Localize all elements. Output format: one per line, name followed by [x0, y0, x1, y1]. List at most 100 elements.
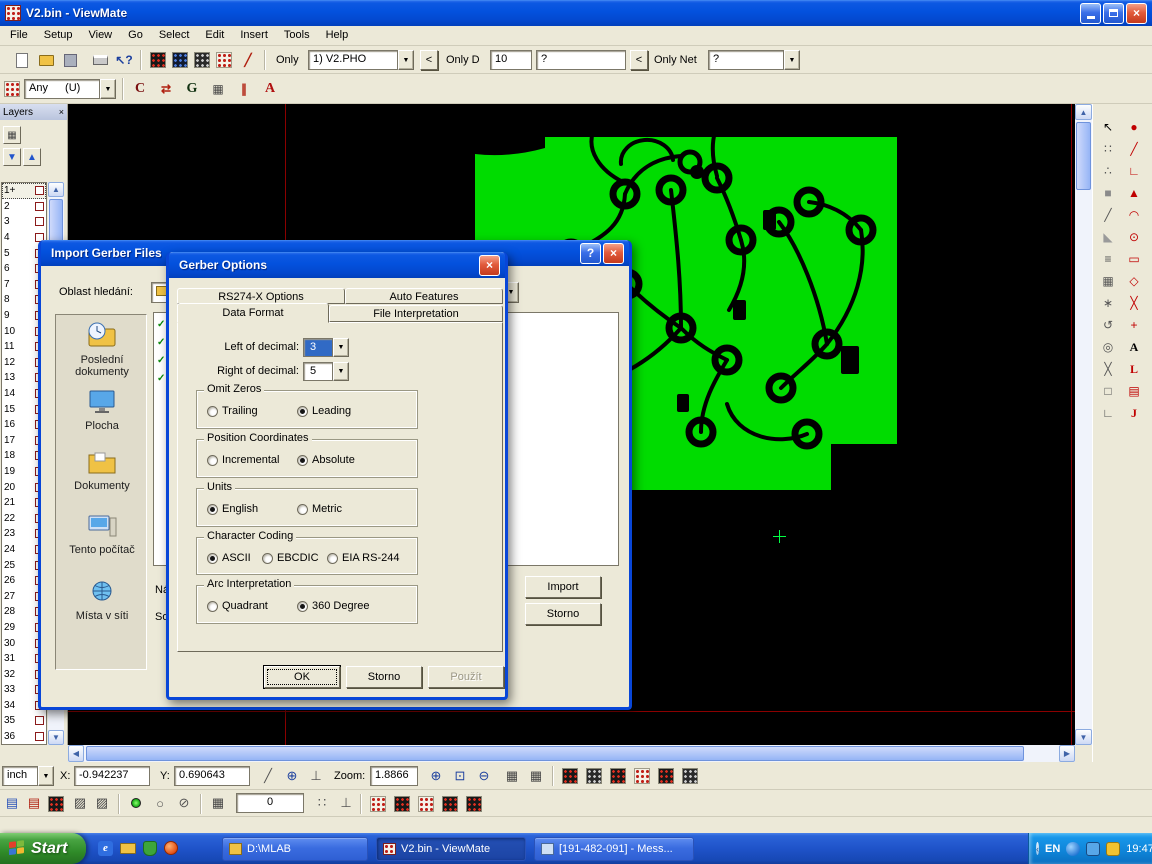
arc-icon[interactable]: ◠	[1124, 205, 1144, 225]
place-desktop[interactable]: Plocha	[57, 389, 147, 432]
diamond-icon[interactable]: ◇	[1124, 271, 1144, 291]
layers-scroll-down-icon[interactable]: ▼	[48, 730, 64, 745]
aperture-combo-arrow-icon[interactable]: ▼	[100, 79, 116, 99]
pad-pattern-icon[interactable]	[632, 766, 652, 786]
hatch2-icon[interactable]: ▨	[92, 793, 112, 813]
zoom-out-icon[interactable]: ⊖	[474, 766, 494, 786]
triangle-icon[interactable]: ◣	[1098, 227, 1118, 247]
layer-color-swatch[interactable]	[35, 186, 44, 195]
layer-color-swatch[interactable]	[35, 732, 44, 741]
layer-combo-arrow-icon[interactable]: ▼	[398, 50, 414, 70]
measure-icon[interactable]: ╳	[1098, 359, 1118, 379]
grid2-icon[interactable]: ▦	[526, 766, 546, 786]
dot-grid-icon[interactable]: ∷	[312, 793, 332, 813]
menu-item-tools[interactable]: Tools	[276, 26, 318, 44]
hide-icons-chevron[interactable]: ‹	[1036, 842, 1039, 855]
pad-pattern-icon[interactable]	[560, 766, 580, 786]
radio-incremental[interactable]: Incremental	[207, 454, 279, 466]
clock[interactable]: 19:47	[1126, 843, 1152, 855]
menu-item-view[interactable]: View	[80, 26, 120, 44]
snap-grid-icon[interactable]: ▦	[208, 793, 228, 813]
menu-item-help[interactable]: Help	[318, 26, 357, 44]
menu-item-edit[interactable]: Edit	[197, 26, 232, 44]
rotate-icon[interactable]: ↺	[1098, 315, 1118, 335]
canvas-hscrollbar[interactable]: ◀ ▶	[68, 745, 1075, 762]
dcode-query-field[interactable]: ?	[536, 50, 626, 70]
radio-ascii[interactable]: ASCII	[207, 552, 251, 564]
hook-icon[interactable]: ∟	[1098, 403, 1118, 423]
move-up-button[interactable]: ▲	[23, 148, 41, 166]
context-help-icon[interactable]: ↖?	[114, 50, 134, 70]
pad-pattern-red-icon[interactable]	[148, 50, 168, 70]
gerber-dialog-close-button[interactable]: ×	[479, 255, 500, 276]
right-of-decimal-combo[interactable]: 5	[303, 362, 333, 381]
radio-english[interactable]: English	[207, 503, 258, 515]
tab-rs274x-options[interactable]: RS274-X Options	[177, 288, 345, 304]
draw-line-icon[interactable]: ╱	[238, 50, 258, 70]
unit-combo[interactable]: inch	[2, 766, 38, 786]
ie-icon[interactable]: e	[98, 841, 113, 856]
pad-pattern-blue-icon[interactable]	[170, 50, 190, 70]
layer-row-2[interactable]: 2	[2, 199, 46, 215]
swap-arrows-icon[interactable]: ⇄	[154, 78, 178, 100]
task-button-mlab[interactable]: D:\MLAB	[222, 837, 368, 861]
cross-icon[interactable]: +	[1124, 315, 1144, 335]
pad-pattern-light-icon[interactable]	[214, 50, 234, 70]
radio-eia-rs244[interactable]: EIA RS-244	[327, 552, 399, 564]
language-indicator[interactable]: EN	[1045, 843, 1060, 855]
pad-pattern-icon[interactable]	[416, 794, 436, 814]
vscroll-down-icon[interactable]: ▼	[1075, 729, 1092, 745]
task-button-message[interactable]: [191-482-091] - Mess...	[534, 837, 694, 861]
net-combo-arrow-icon[interactable]: ▼	[784, 50, 800, 70]
pad-pattern-icon[interactable]	[680, 766, 700, 786]
signal-light-icon[interactable]	[126, 793, 146, 813]
pad-pattern-icon[interactable]	[368, 794, 388, 814]
gerber-cancel-button[interactable]: Storno	[346, 666, 422, 688]
radio-metric[interactable]: Metric	[297, 503, 342, 515]
radio-ebcdic[interactable]: EBCDIC	[262, 552, 319, 564]
zoom-field[interactable]: 1.8866	[370, 766, 418, 786]
grid-icon[interactable]: ▦	[1098, 271, 1118, 291]
tab-data-format[interactable]: Data Format	[177, 303, 329, 323]
import-cancel-button[interactable]: Storno	[525, 603, 601, 625]
pad-grid-icon[interactable]	[46, 794, 66, 814]
aperture-combo[interactable]: Any (U)	[24, 79, 100, 99]
left-of-decimal-arrow-icon[interactable]: ▼	[333, 338, 349, 357]
box-icon[interactable]: □	[1098, 381, 1118, 401]
circle-icon[interactable]: ○	[150, 793, 170, 813]
browser-icon[interactable]	[164, 841, 178, 855]
close-button[interactable]: ×	[1126, 3, 1147, 24]
dcode-field[interactable]: 10	[490, 50, 532, 70]
pad-pattern-icon[interactable]	[464, 794, 484, 814]
count-field[interactable]: 0	[236, 793, 304, 813]
text-j-icon[interactable]: J	[1124, 403, 1144, 423]
filled-square-icon[interactable]: ■	[1098, 183, 1118, 203]
shield-icon[interactable]	[143, 841, 157, 856]
new-file-icon[interactable]	[12, 50, 32, 70]
snap-points-icon[interactable]: ∴	[1098, 161, 1118, 181]
probe-icon[interactable]: ⊘	[174, 793, 194, 813]
layer-row-36[interactable]: 36	[2, 729, 46, 745]
letter-g-button[interactable]: G	[180, 78, 204, 100]
flash-icon[interactable]: ∗	[1098, 293, 1118, 313]
radio-360-degree[interactable]: 360 Degree	[297, 600, 370, 612]
cut-icon[interactable]: ╳	[1124, 293, 1144, 313]
place-recent[interactable]: Poslední dokumenty	[57, 321, 147, 378]
layers-close-icon[interactable]: ×	[59, 107, 64, 117]
place-computer[interactable]: Tento počítač	[57, 513, 147, 556]
layer-row-35[interactable]: 35	[2, 713, 46, 729]
grid-icon[interactable]: ▦	[502, 766, 522, 786]
polygon-icon[interactable]: ▲	[1124, 183, 1144, 203]
aperture-icon[interactable]	[2, 79, 22, 99]
corner-icon[interactable]: ∟	[1124, 161, 1144, 181]
pointer-icon[interactable]: ↖	[1098, 117, 1118, 137]
prev-dcode-button[interactable]: <	[420, 50, 438, 70]
letter-a-button[interactable]: A	[258, 78, 282, 100]
apply-button[interactable]: Použít	[428, 666, 504, 688]
layer-color-swatch[interactable]	[35, 217, 44, 226]
ok-button[interactable]: OK	[264, 666, 340, 688]
bars-icon[interactable]: ∥	[232, 78, 256, 100]
text-a-icon[interactable]: A	[1124, 337, 1144, 357]
canvas-vscrollbar[interactable]: ▲ ▼	[1075, 104, 1092, 745]
layers-stack-icon[interactable]: ≡	[1098, 249, 1118, 269]
